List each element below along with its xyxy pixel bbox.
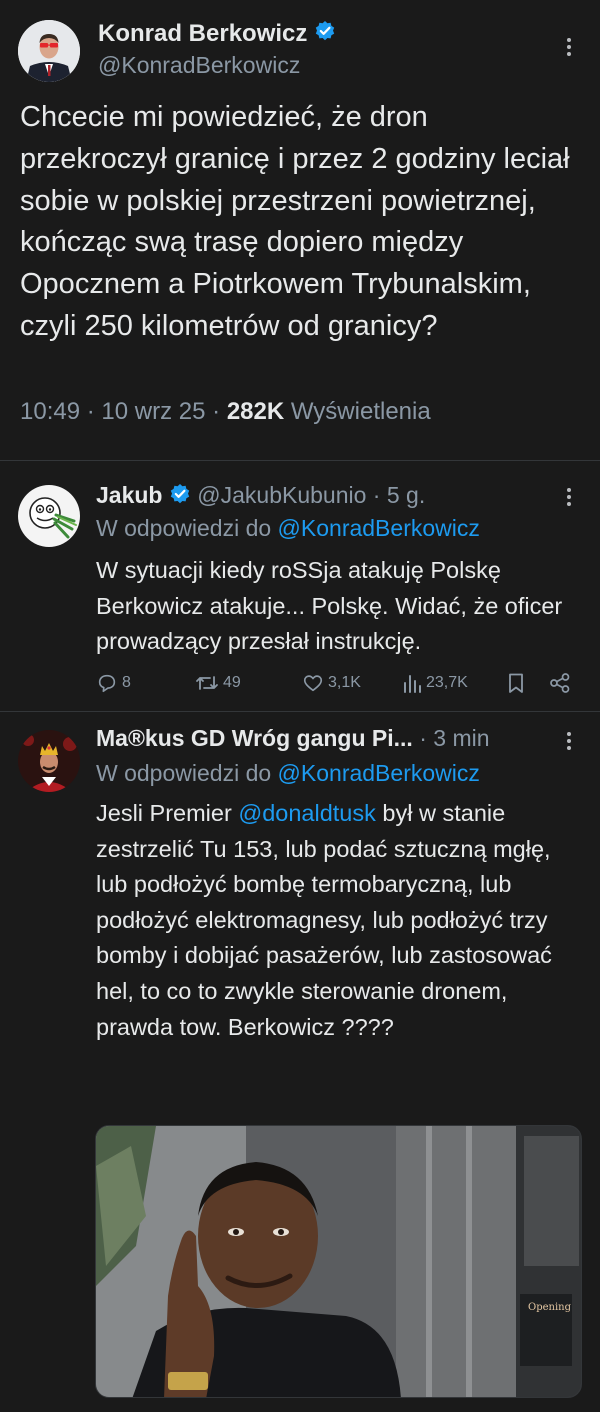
tweet-date[interactable]: 10 wrz 25 [101, 398, 205, 425]
reply-author-name[interactable]: Jakub [96, 482, 162, 508]
replying-to: W odpowiedzi do @KonradBerkowicz [96, 760, 480, 787]
author-name-text[interactable]: Konrad Berkowicz [98, 20, 307, 47]
views-button[interactable]: 23,7K [402, 672, 468, 694]
tweet-meta: 10:49 · 10 wrz 25 · 282K Wyświetlenia [20, 398, 431, 426]
reply-header: Ma®kus GD Wróg gangu Pi... · 3 min [96, 725, 490, 752]
tweet-views-count: 282K [226, 398, 285, 425]
verified-badge-icon [314, 20, 336, 49]
more-vertical-icon[interactable] [558, 34, 580, 60]
repost-icon [195, 672, 219, 694]
meta-separator: · [419, 725, 434, 751]
reply-count: 8 [122, 674, 131, 691]
main-tweet: Konrad Berkowicz @KonradBerkowicz Chceci… [0, 0, 600, 460]
replying-to: W odpowiedzi do @KonradBerkowicz [96, 515, 480, 542]
replying-prefix: W odpowiedzi do [96, 760, 272, 786]
reply-author-handle[interactable]: @JakubKubunio [197, 482, 366, 508]
more-vertical-icon[interactable] [558, 728, 580, 754]
bookmark-button[interactable] [506, 672, 526, 694]
like-button[interactable]: 3,1K [302, 672, 361, 694]
replying-to-mention[interactable]: @KonradBerkowicz [278, 760, 480, 786]
reply-actions: 8 49 3,1K 23,7K [96, 672, 576, 700]
tweet-mention[interactable]: @donaldtusk [238, 800, 376, 826]
author-handle[interactable]: @KonradBerkowicz [98, 52, 300, 79]
reply-text: W sytuacji kiedy roSSja atakuję Polskę B… [96, 557, 563, 655]
author-name[interactable]: Konrad Berkowicz [98, 20, 336, 49]
meta-separator: · [372, 482, 387, 508]
reply-avatar[interactable] [18, 485, 80, 547]
repost-count: 49 [223, 674, 241, 691]
share-icon [549, 672, 571, 694]
share-button[interactable] [549, 672, 571, 694]
meta-separator: · [212, 398, 227, 425]
author-avatar[interactable] [18, 20, 80, 82]
reply-header: Jakub @JakubKubunio · 5 g. [96, 482, 425, 511]
replying-to-mention[interactable]: @KonradBerkowicz [278, 515, 480, 541]
views-count: 23,7K [426, 674, 468, 691]
meta-separator: · [86, 398, 102, 425]
replying-prefix: W odpowiedzi do [96, 515, 272, 541]
tweet-text: Chcecie mi powiedzieć, że dron przekrocz… [20, 101, 570, 342]
reply-text-part: był w stanie zestrzelić Tu 153, lub poda… [96, 800, 552, 1040]
reply-time[interactable]: 3 min [433, 725, 489, 751]
verified-badge-icon [169, 483, 191, 511]
tweet-views-label: Wyświetlenia [290, 398, 431, 425]
reply-avatar[interactable] [18, 730, 80, 792]
divider [0, 711, 600, 712]
more-vertical-icon[interactable] [558, 484, 580, 510]
reply-button[interactable]: 8 [96, 672, 131, 694]
tweet-time[interactable]: 10:49 [20, 398, 80, 425]
reply-media-image[interactable]: Opening [95, 1125, 582, 1398]
svg-text:Opening: Opening [528, 1302, 572, 1313]
views-icon [402, 672, 422, 694]
reply-icon [96, 672, 118, 694]
reply-text-part: Jesli Premier [96, 800, 239, 826]
like-count: 3,1K [328, 674, 361, 691]
reply-time[interactable]: 5 g. [387, 482, 425, 508]
like-icon [302, 672, 324, 694]
repost-button[interactable]: 49 [195, 672, 241, 694]
reply-author-name[interactable]: Ma®kus GD Wróg gangu Pi... [96, 725, 413, 751]
bookmark-icon [506, 672, 526, 694]
reply-text: Jesli Premier @donaldtusk był w stanie z… [96, 796, 582, 1045]
